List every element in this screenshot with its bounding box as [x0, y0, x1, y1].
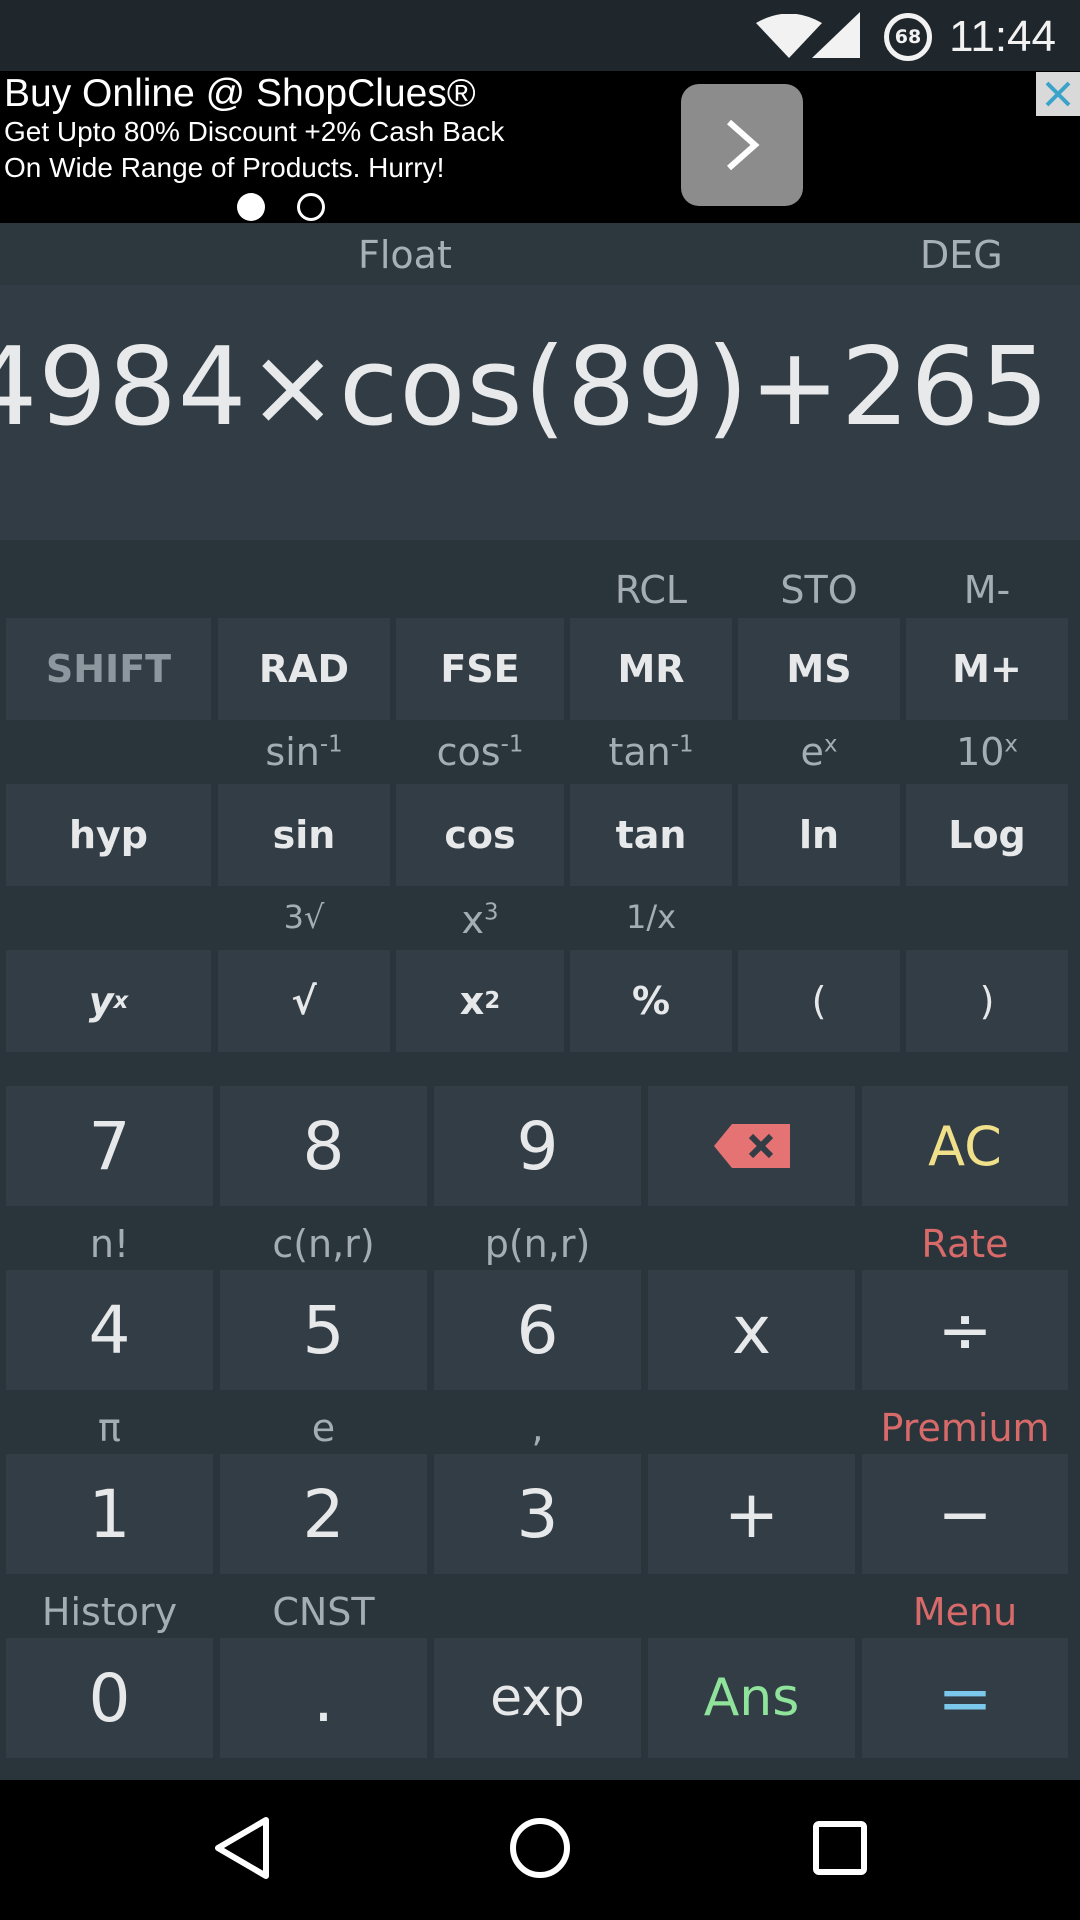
close-icon: [1045, 81, 1071, 107]
plus-button[interactable]: +: [648, 1454, 855, 1574]
ad-title[interactable]: Buy Online @ ShopClues®: [4, 72, 476, 116]
digit-9-button[interactable]: 9: [434, 1086, 641, 1206]
backspace-button[interactable]: [648, 1086, 855, 1206]
ad-cta-button[interactable]: [681, 84, 803, 206]
shift-label-pi: π: [98, 1406, 121, 1450]
divide-button[interactable]: ÷: [862, 1270, 1068, 1390]
shift-label-ten-pow-x: 10x: [956, 730, 1018, 774]
ln-button[interactable]: ln: [738, 784, 900, 886]
ms-button[interactable]: MS: [738, 618, 900, 720]
shift-button[interactable]: SHIFT: [6, 618, 211, 720]
hyp-button[interactable]: hyp: [6, 784, 211, 886]
ad-line-1[interactable]: Get Upto 80% Discount +2% Cash Back: [4, 116, 504, 148]
shift-label-comma: ,: [531, 1406, 544, 1450]
shift-label-exp-x: ex: [800, 730, 838, 774]
status-bar: 68 11:44: [0, 0, 1080, 71]
digit-4-button[interactable]: 4: [6, 1270, 213, 1390]
cell-signal-icon: [812, 12, 860, 58]
display[interactable]: 4984×cos(89)+265: [0, 285, 1080, 540]
constants-link[interactable]: CNST: [220, 1590, 427, 1634]
rate-link[interactable]: Rate: [862, 1222, 1068, 1266]
shift-label-asin: sin-1: [265, 730, 343, 774]
number-format-label[interactable]: Float: [358, 233, 452, 277]
chevron-right-icon: [727, 119, 760, 171]
tan-button[interactable]: tan: [570, 784, 732, 886]
expression[interactable]: 4984×cos(89)+265: [0, 325, 1050, 450]
right-paren-button[interactable]: ): [906, 950, 1068, 1052]
exp-button[interactable]: exp: [434, 1638, 641, 1758]
shift-label-reciprocal: 1/x: [625, 898, 677, 936]
navigation-bar: [0, 1780, 1080, 1920]
shift-label-acos: cos-1: [436, 730, 524, 774]
shift-label-m-minus: M-: [963, 568, 1011, 612]
digit-1-button[interactable]: 1: [6, 1454, 213, 1574]
square-button[interactable]: x2: [396, 950, 564, 1052]
data-saver-badge: 68: [894, 26, 922, 48]
history-link[interactable]: History: [6, 1590, 213, 1634]
shift-label-x-cubed: x3: [461, 898, 499, 942]
shift-label-combination: c(n,r): [272, 1222, 375, 1266]
backspace-icon: [713, 1124, 790, 1168]
shift-label-atan: tan-1: [608, 730, 694, 774]
shift-label-rcl: RCL: [614, 568, 688, 612]
digit-6-button[interactable]: 6: [434, 1270, 641, 1390]
digit-0-button[interactable]: 0: [6, 1638, 213, 1758]
shift-label-cube-root: 3√: [283, 898, 325, 936]
menu-link[interactable]: Menu: [862, 1590, 1068, 1634]
digit-7-button[interactable]: 7: [6, 1086, 213, 1206]
digit-2-button[interactable]: 2: [220, 1454, 427, 1574]
mr-button[interactable]: MR: [570, 618, 732, 720]
rad-button[interactable]: RAD: [218, 618, 390, 720]
data-saver-icon: 68: [884, 13, 932, 61]
cos-button[interactable]: cos: [396, 784, 564, 886]
equals-button[interactable]: =: [862, 1638, 1068, 1758]
ad-line-2[interactable]: On Wide Range of Products. Hurry!: [4, 152, 444, 184]
shift-label-permutation: p(n,r): [484, 1222, 591, 1266]
home-icon[interactable]: [508, 1816, 572, 1880]
multiply-button[interactable]: x: [648, 1270, 855, 1390]
mode-bar: Float DEG: [0, 223, 1080, 285]
digit-8-button[interactable]: 8: [220, 1086, 427, 1206]
ad-close-button[interactable]: [1036, 72, 1080, 116]
all-clear-button[interactable]: AC: [862, 1086, 1068, 1206]
back-icon[interactable]: [212, 1816, 272, 1880]
answer-button[interactable]: Ans: [648, 1638, 855, 1758]
angle-mode-label[interactable]: DEG: [920, 233, 1003, 277]
power-button[interactable]: yx: [6, 950, 211, 1052]
left-paren-button[interactable]: (: [738, 950, 900, 1052]
log-button[interactable]: Log: [906, 784, 1068, 886]
recents-icon[interactable]: [812, 1820, 868, 1876]
premium-link[interactable]: Premium: [862, 1406, 1068, 1450]
shift-label-factorial: n!: [89, 1222, 130, 1266]
ad-pager-dot[interactable]: [297, 193, 325, 221]
digit-5-button[interactable]: 5: [220, 1270, 427, 1390]
shift-label-sto: STO: [780, 568, 858, 612]
decimal-point-button[interactable]: .: [220, 1638, 427, 1758]
sqrt-button[interactable]: √: [218, 950, 390, 1052]
ad-pager-dot-active[interactable]: [237, 193, 265, 221]
m-plus-button[interactable]: M+: [906, 618, 1068, 720]
minus-button[interactable]: −: [862, 1454, 1068, 1574]
digit-3-button[interactable]: 3: [434, 1454, 641, 1574]
shift-label-e: e: [311, 1406, 336, 1450]
clock: 11:44: [949, 12, 1056, 61]
percent-button[interactable]: %: [570, 950, 732, 1052]
fse-button[interactable]: FSE: [396, 618, 564, 720]
sin-button[interactable]: sin: [218, 784, 390, 886]
